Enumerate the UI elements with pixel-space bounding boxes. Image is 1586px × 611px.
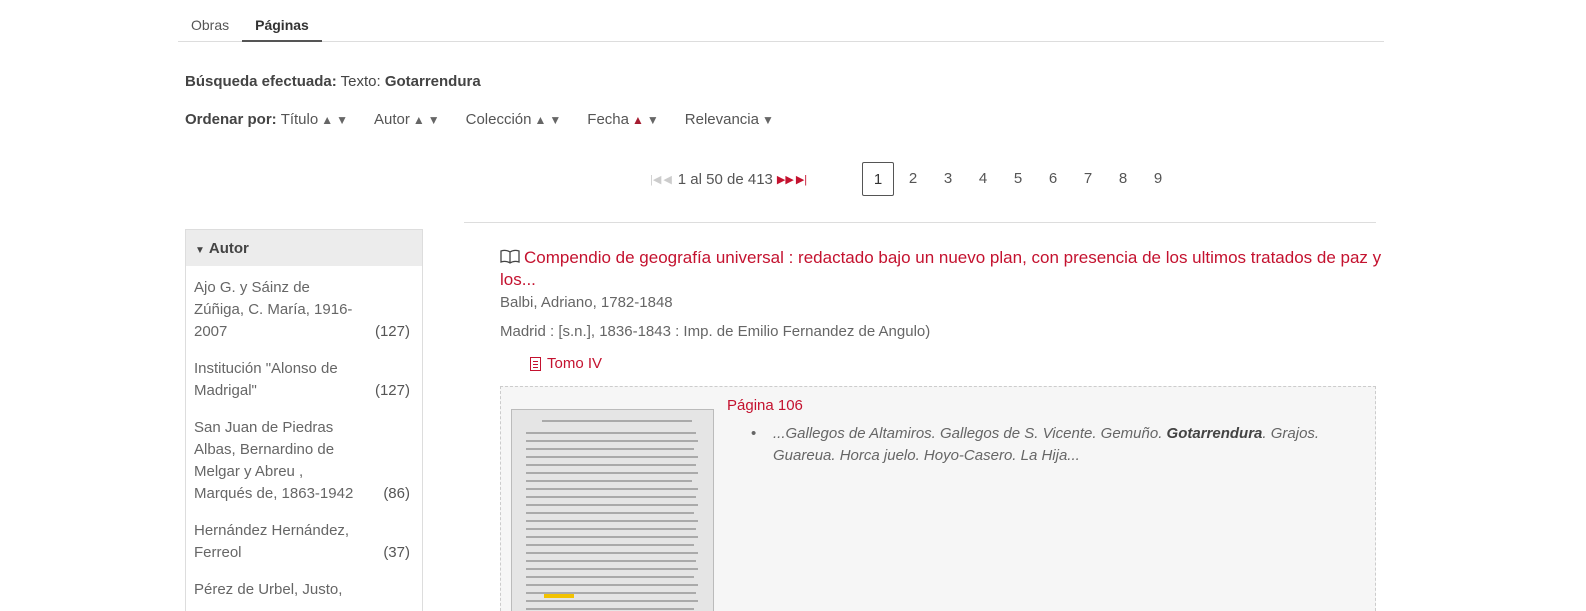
page-numbers: 1 2 3 4 5 6 7 8 9 — [862, 162, 1177, 196]
bullet: • — [751, 425, 757, 442]
sort-asc-active-icon[interactable]: ▲ — [632, 113, 644, 127]
caret-down-icon: ▼ — [195, 245, 205, 256]
sort-desc-icon[interactable]: ▼ — [336, 113, 348, 127]
first-page-icon: |◀ — [650, 173, 662, 186]
highlight-mark — [544, 594, 574, 598]
divider — [464, 222, 1376, 223]
facet-item[interactable]: Pérez de Urbel, Justo, — [186, 579, 422, 601]
facet-item-name: San Juan de Piedras Albas, Bernardino de… — [194, 419, 354, 502]
facet-item-count: (37) — [383, 544, 410, 561]
facet-item-name: Hernández Hernández, Ferreol — [194, 522, 350, 561]
volume-link[interactable]: Tomo IV — [530, 355, 1390, 372]
page-8[interactable]: 8 — [1107, 162, 1139, 196]
tab-paginas[interactable]: Páginas — [242, 12, 322, 42]
page-link[interactable]: Página 106 — [727, 397, 803, 414]
facet-item[interactable]: Institución "Alonso de Madrigal" (127) — [186, 358, 422, 402]
prev-page-icon: ◀ — [663, 173, 672, 186]
facet-item-count: (127) — [374, 323, 410, 340]
result-author: Balbi, Adriano, 1782-1848 — [500, 294, 673, 311]
sort-relevancia-label: Relevancia — [684, 111, 759, 128]
page-6[interactable]: 6 — [1037, 162, 1069, 196]
sort-desc-icon[interactable]: ▼ — [762, 113, 774, 127]
snippet-before: ...Gallegos de Altamiros. Gallegos de S.… — [773, 425, 1167, 442]
facet-item[interactable]: Ajo G. y Sáinz de Zúñiga, C. María, 1916… — [186, 277, 422, 343]
facet-item-count: (127) — [374, 382, 410, 399]
sort-asc-icon[interactable]: ▲ — [413, 113, 425, 127]
sort-desc-icon[interactable]: ▼ — [647, 113, 659, 127]
result-title-link[interactable]: Compendio de geografía universal : redac… — [500, 247, 1390, 291]
document-icon — [530, 356, 541, 371]
search-summary: Búsqueda efectuada: Texto: Gotarrendura — [185, 73, 481, 90]
sort-desc-icon[interactable]: ▼ — [428, 113, 440, 127]
volume-label: Tomo IV — [547, 355, 603, 372]
sort-coleccion: Colección ▲ ▼ — [466, 111, 562, 128]
sort-asc-icon[interactable]: ▲ — [535, 113, 547, 127]
result-range: 1 al 50 de 413 — [677, 170, 773, 188]
facet-item-count: (86) — [383, 485, 410, 502]
facet-item[interactable]: San Juan de Piedras Albas, Bernardino de… — [186, 417, 422, 505]
sort-bar: Ordenar por: Título ▲ ▼ Autor ▲ ▼ Colecció… — [185, 111, 800, 128]
book-icon — [500, 249, 520, 264]
facet-item-name: Pérez de Urbel, Justo, — [194, 581, 343, 598]
sort-asc-icon[interactable]: ▲ — [321, 113, 333, 127]
result-title: Compendio de geografía universal : redac… — [500, 248, 1382, 289]
facet-item-name: Ajo G. y Sáinz de Zúñiga, C. María, 1916… — [194, 279, 353, 340]
pager: |◀ ◀ 1 al 50 de 413 ▶▶ ▶| — [650, 162, 809, 196]
sort-autor-label: Autor — [373, 111, 410, 128]
facet-item-name: Institución "Alonso de Madrigal" — [194, 360, 338, 399]
author-facet: ▼ Autor Ajo G. y Sáinz de Zúñiga, C. Marí… — [185, 229, 423, 611]
last-page-icon[interactable]: ▶| — [796, 173, 807, 186]
sort-autor: Autor ▲ ▼ — [374, 111, 440, 128]
page-5[interactable]: 5 — [1002, 162, 1034, 196]
tab-obras[interactable]: Obras — [178, 12, 242, 42]
facet-title: Autor — [208, 240, 249, 257]
result-publication: Madrid : [s.n.], 1836-1843 : Imp. de Emi… — [500, 323, 931, 340]
page-2[interactable]: 2 — [897, 162, 929, 196]
sort-fecha-label: Fecha — [587, 111, 629, 128]
sort-titulo: Título ▲ ▼ — [281, 111, 348, 128]
result-item: Compendio de geografía universal : redac… — [500, 247, 1390, 372]
result-type-tabs: Obras Páginas — [178, 12, 1384, 42]
sort-label: Ordenar por: — [185, 111, 277, 128]
sort-relevancia: Relevancia ▼ — [685, 111, 774, 128]
sort-titulo-label: Título — [280, 111, 319, 128]
search-term: Gotarrendura — [384, 73, 481, 90]
sort-coleccion-label: Colección — [465, 111, 532, 128]
hit-snippet: • ...Gallegos de Altamiros. Gallegos de … — [751, 423, 1371, 467]
page-thumbnail[interactable] — [511, 409, 714, 611]
search-summary-label: Búsqueda efectuada: — [185, 73, 337, 90]
page-4[interactable]: 4 — [967, 162, 999, 196]
snippet-term: Gotarrendura — [1166, 425, 1263, 442]
page-1[interactable]: 1 — [862, 162, 894, 196]
page-3[interactable]: 3 — [932, 162, 964, 196]
next-page-icon[interactable]: ▶▶ — [777, 173, 794, 186]
facet-header[interactable]: ▼ Autor — [186, 230, 422, 266]
sort-fecha: Fecha ▲ ▼ — [587, 111, 658, 128]
page-7[interactable]: 7 — [1072, 162, 1104, 196]
search-field: Texto: — [340, 73, 381, 90]
page-hit: Página 106 • ...Gallegos de Altamiros. G… — [500, 386, 1376, 611]
facet-item[interactable]: Hernández Hernández, Ferreol (37) — [186, 520, 422, 564]
sort-desc-icon[interactable]: ▼ — [549, 113, 561, 127]
page-9[interactable]: 9 — [1142, 162, 1174, 196]
